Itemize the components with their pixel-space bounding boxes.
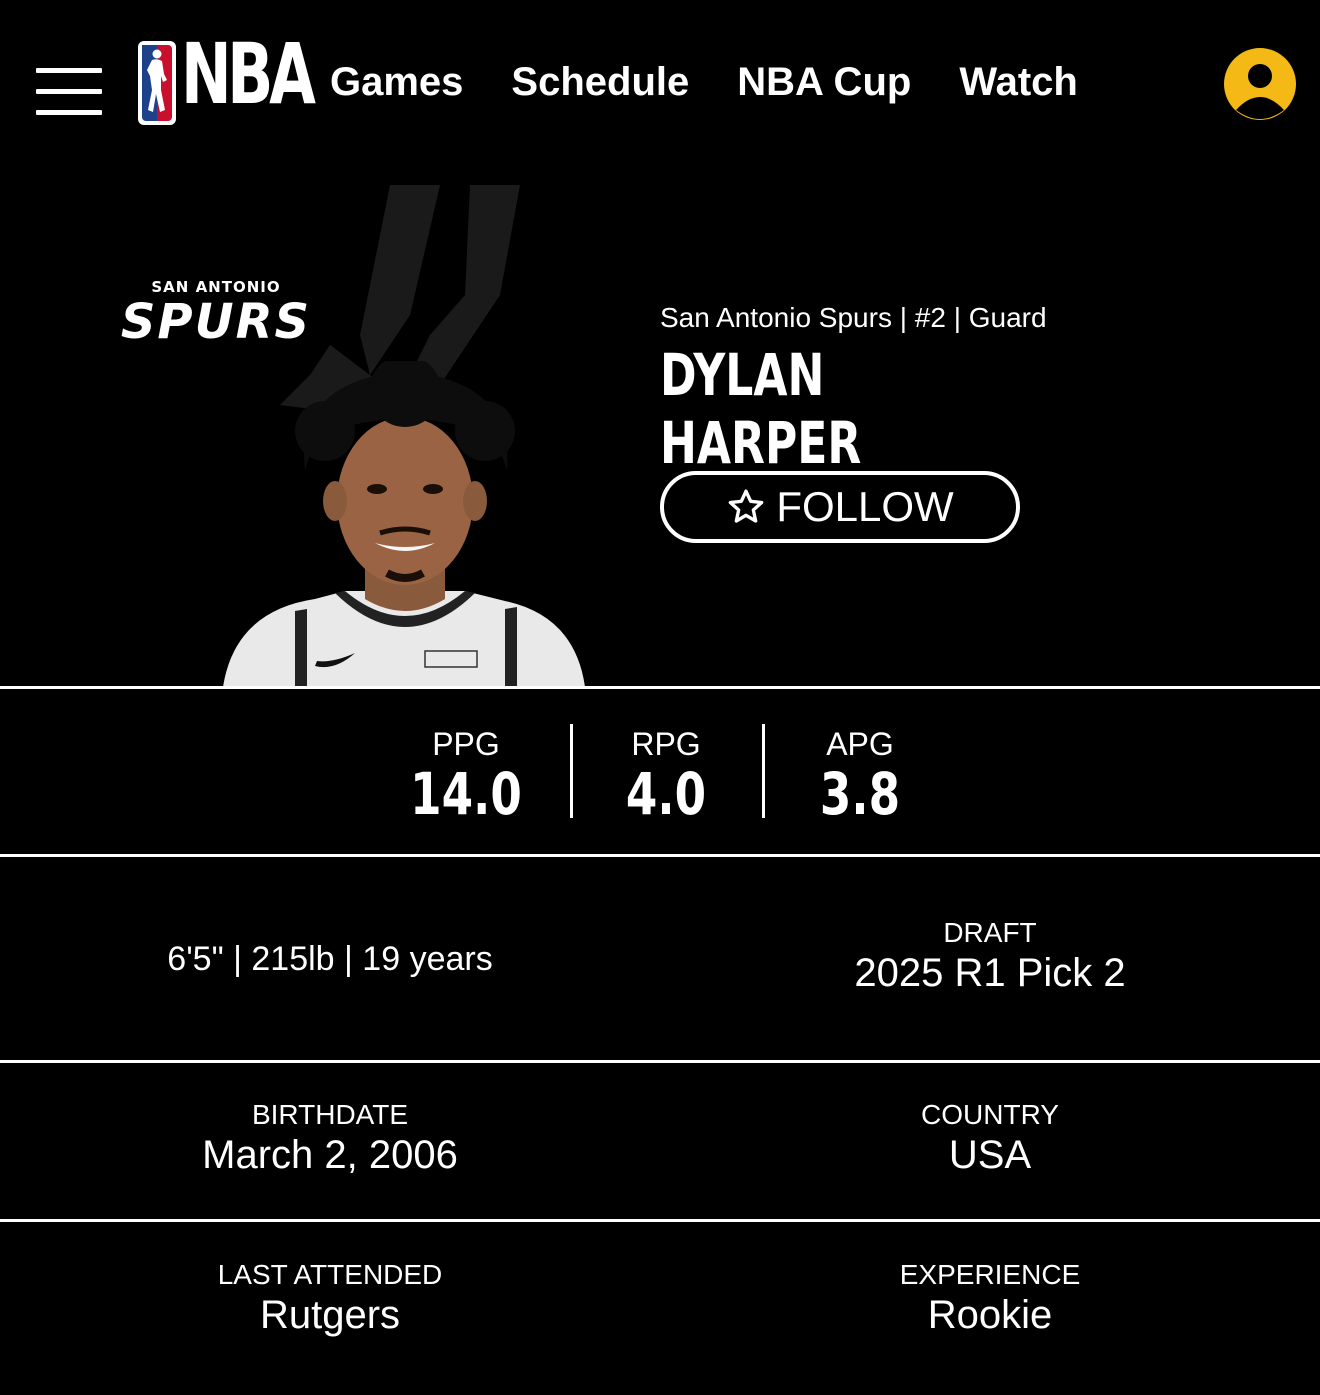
player-team-number-position: San Antonio Spurs | #2 | Guard: [660, 302, 1047, 333]
stat-label: RPG: [631, 726, 701, 762]
stat-apg: APG 3.8: [760, 726, 960, 826]
birthdate-value: March 2, 2006: [202, 1133, 458, 1177]
divider: [0, 854, 1320, 857]
draft-info: DRAFT 2025 R1 Pick 2: [660, 916, 1320, 996]
stat-value: 4.0: [625, 760, 707, 828]
player-first-name: DYLAN: [660, 341, 825, 409]
nav-watch[interactable]: Watch: [959, 58, 1078, 106]
last-attended-value: Rutgers: [259, 1293, 401, 1337]
country-value: USA: [948, 1133, 1032, 1177]
nba-wordmark[interactable]: NBA: [181, 32, 316, 116]
experience-info: EXPERIENCE Rookie: [660, 1258, 1320, 1338]
draft-label: DRAFT: [943, 917, 1037, 948]
player-last-name: HARPER: [660, 409, 862, 477]
school-info: LAST ATTENDED Rutgers: [0, 1258, 660, 1338]
season-stats: PPG 14.0 RPG 4.0 APG 3.8: [0, 690, 1320, 854]
divider: [0, 686, 1320, 689]
birthdate-label: BIRTHDATE: [251, 1099, 409, 1130]
country-label: COUNTRY: [921, 1099, 1059, 1130]
team-logo-name: SPURS: [120, 294, 312, 350]
nav-schedule[interactable]: Schedule: [511, 58, 689, 106]
experience-value: Rookie: [927, 1293, 1053, 1337]
follow-button[interactable]: FOLLOW: [660, 471, 1020, 543]
top-nav: NBA Games Schedule NBA Cup Watch: [0, 0, 1320, 165]
stat-value: 3.8: [819, 760, 901, 828]
player-info: San Antonio Spurs | #2 | Guard DYLAN HAR…: [660, 296, 1047, 476]
stat-label: APG: [826, 726, 894, 762]
height-weight-age: 6'5" | 215lb | 19 years: [167, 940, 493, 978]
star-icon: [728, 489, 764, 523]
divider: [0, 1060, 1320, 1063]
divider: [0, 1219, 1320, 1222]
experience-label: EXPERIENCE: [899, 1259, 1081, 1290]
last-attended-label: LAST ATTENDED: [217, 1259, 443, 1290]
player-hero: SAN ANTONIO SPURS San Antonio Spurs | #2…: [0, 165, 1320, 686]
physical-info: 6'5" | 215lb | 19 years: [0, 936, 660, 982]
stat-label: PPG: [432, 726, 500, 762]
nav-links: Games Schedule NBA Cup Watch: [330, 58, 1078, 106]
player-headshot: [223, 361, 585, 686]
nav-nba-cup[interactable]: NBA Cup: [737, 58, 911, 106]
stat-value: 14.0: [410, 760, 522, 828]
menu-icon[interactable]: [36, 68, 102, 116]
birthdate-info: BIRTHDATE March 2, 2006: [0, 1098, 660, 1178]
spurs-logo[interactable]: SAN ANTONIO SPURS: [120, 278, 312, 368]
draft-value: 2025 R1 Pick 2: [854, 951, 1126, 995]
user-icon[interactable]: [1224, 48, 1296, 120]
stat-rpg: RPG 4.0: [566, 726, 766, 826]
country-info: COUNTRY USA: [660, 1098, 1320, 1178]
nav-games[interactable]: Games: [330, 58, 463, 106]
follow-label: FOLLOW: [776, 483, 954, 530]
stat-ppg: PPG 14.0: [366, 726, 566, 826]
